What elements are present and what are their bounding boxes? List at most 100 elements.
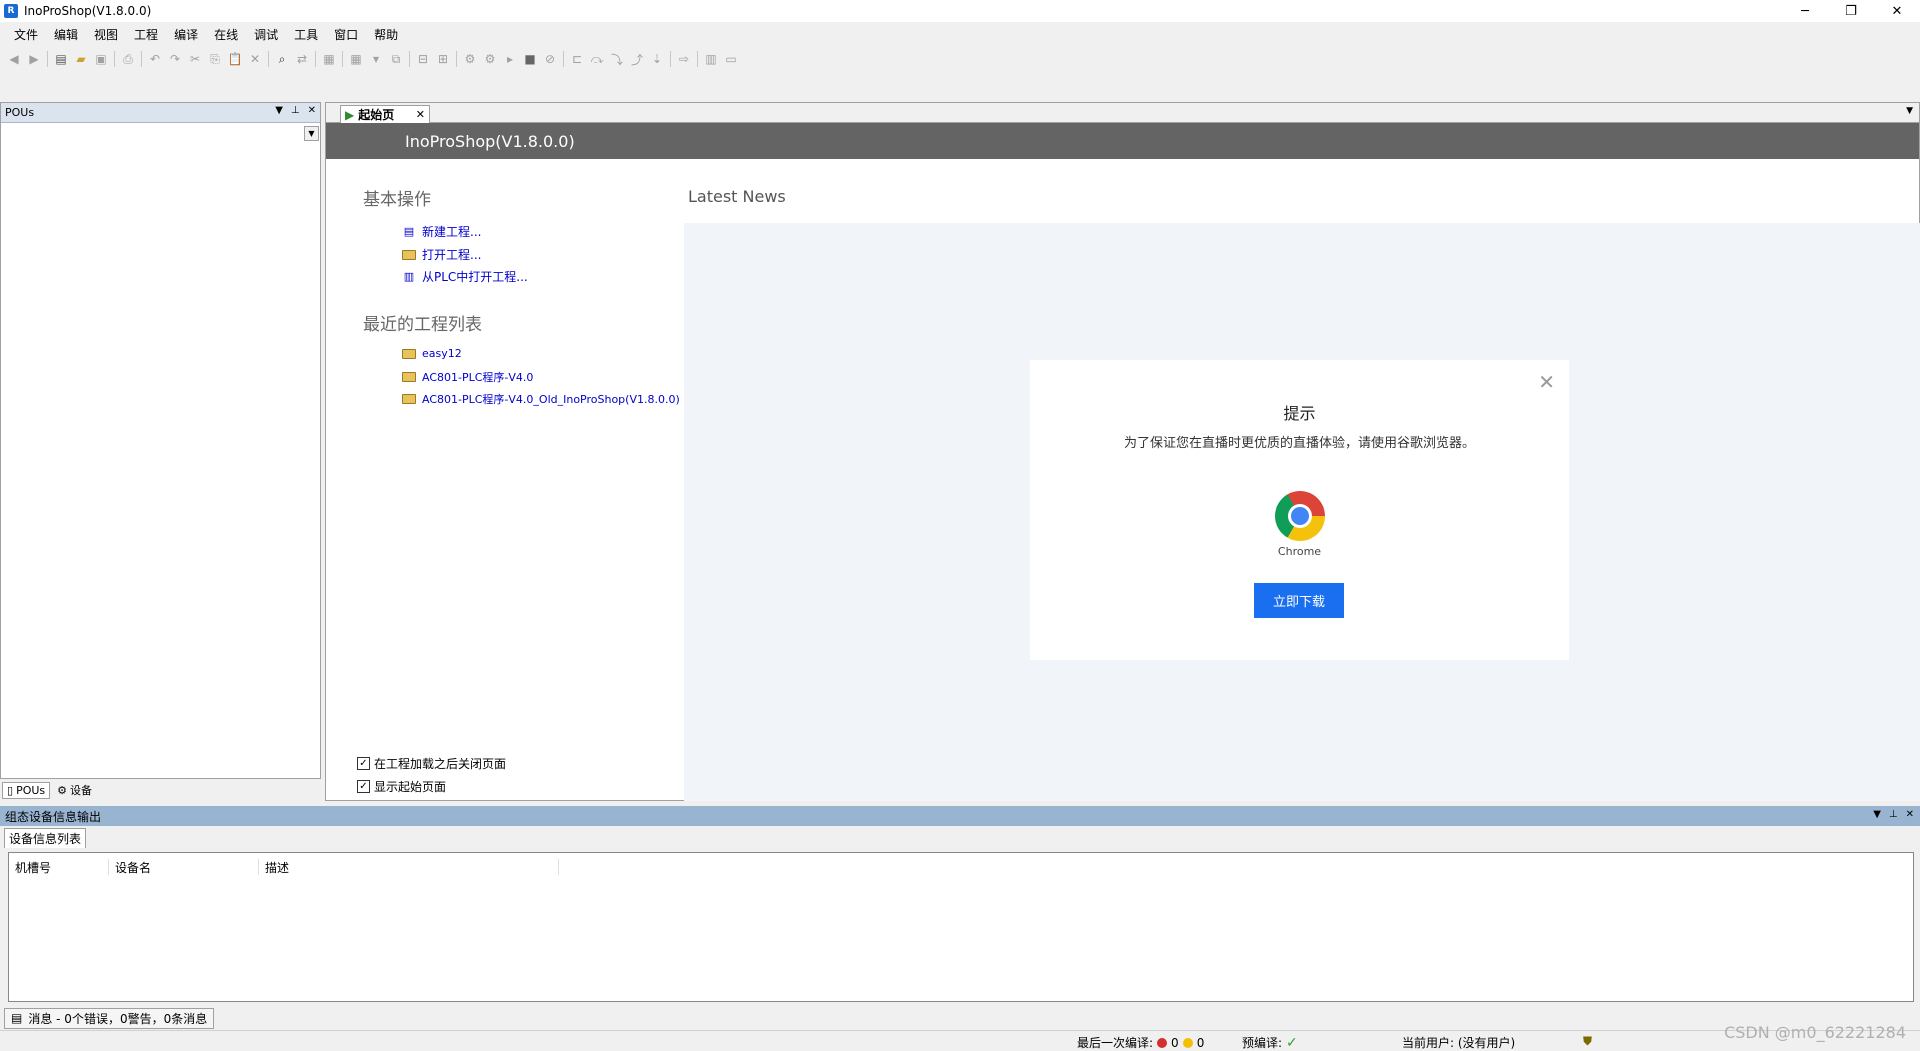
column-header-description[interactable]: 描述 xyxy=(259,859,559,875)
pou-pane-title: POUs xyxy=(5,106,35,119)
message-bar: ▤ 消息 - 0个错误，0警告，0条消息 xyxy=(0,1007,1920,1029)
step-over-icon[interactable]: ⤼ xyxy=(587,49,607,69)
tab-device-info-list[interactable]: 设备信息列表 xyxy=(4,828,87,848)
new-project-link[interactable]: ▤ 新建工程... xyxy=(402,223,482,240)
tab-close-icon[interactable]: ✕ xyxy=(416,108,425,121)
tab-start-page-label: 起始页 xyxy=(358,108,395,122)
pane-menu-icon[interactable]: ▼ xyxy=(275,105,283,116)
toolbar-separator xyxy=(563,51,564,67)
menu-build[interactable]: 编译 xyxy=(166,26,206,43)
show-start-page-checkbox[interactable]: ✓ xyxy=(357,780,370,793)
redo-icon[interactable]: ↷ xyxy=(165,49,185,69)
comment-icon[interactable]: ▭ xyxy=(721,49,741,69)
recent-project-item[interactable]: AC801-PLC程序-V4.0 xyxy=(402,369,533,385)
pane-controls: ▼ ⊥ ✕ xyxy=(275,105,316,116)
restore-button[interactable]: ❐ xyxy=(1828,0,1874,22)
output-pane-title: 组态设备信息输出 xyxy=(5,809,102,824)
pane-menu-icon[interactable]: ▼ xyxy=(1873,809,1881,820)
start-page-icon: ▶ xyxy=(345,107,355,122)
step-out-icon[interactable]: ⤴ xyxy=(627,49,647,69)
reset-icon[interactable]: ⊘ xyxy=(540,49,560,69)
open-from-plc-label: 从PLC中打开工程... xyxy=(422,270,528,284)
copy-icon[interactable]: ⎘ xyxy=(205,49,225,69)
pane-close-icon[interactable]: ✕ xyxy=(308,105,316,116)
show-start-page-option[interactable]: ✓ 显示起始页面 xyxy=(357,778,446,795)
save-icon[interactable]: ▣ xyxy=(91,49,111,69)
minimize-button[interactable]: ─ xyxy=(1782,0,1828,22)
cursor-icon[interactable]: ⇣ xyxy=(647,49,667,69)
build-icon[interactable]: ⊟ xyxy=(413,49,433,69)
column-header-device-name[interactable]: 设备名 xyxy=(109,859,259,875)
recent-project-item[interactable]: AC801-PLC程序-V4.0_Old_InoProShop(V1.8.0.0… xyxy=(402,391,680,407)
close-button[interactable]: ✕ xyxy=(1874,0,1920,22)
forward-icon[interactable]: ▶ xyxy=(24,49,44,69)
menu-online[interactable]: 在线 xyxy=(206,26,246,43)
folder-open-icon xyxy=(402,249,416,261)
menu-help[interactable]: 帮助 xyxy=(366,26,406,43)
app-icon: R xyxy=(4,4,18,18)
tab-pous-label: POUs xyxy=(16,783,46,797)
new-project-label: 新建工程... xyxy=(422,225,482,239)
stop-icon[interactable]: ■ xyxy=(520,49,540,69)
column-header-slot[interactable]: 机槽号 xyxy=(9,859,109,875)
pin-icon[interactable]: ⊥ xyxy=(291,105,300,116)
chrome-logo-icon[interactable] xyxy=(1275,491,1325,541)
rebuild-icon[interactable]: ⊞ xyxy=(433,49,453,69)
login-icon[interactable]: ⚙ xyxy=(460,49,480,69)
open-project-link[interactable]: 打开工程... xyxy=(402,246,481,263)
pou-filter-dropdown[interactable]: ▼ xyxy=(304,126,319,141)
close-after-load-checkbox[interactable]: ✓ xyxy=(357,757,370,770)
print-icon[interactable]: ⎙ xyxy=(118,49,138,69)
recent-project-item[interactable]: easy12 xyxy=(402,347,462,360)
precompile-label: 预编译: xyxy=(1242,1036,1283,1050)
tab-devices[interactable]: ⚙ 设备 xyxy=(52,780,97,800)
delete-icon[interactable]: ✕ xyxy=(245,49,265,69)
pin-icon[interactable]: ⊥ xyxy=(1889,809,1898,820)
cut-icon[interactable]: ✂ xyxy=(185,49,205,69)
toolbar-separator xyxy=(268,51,269,67)
open-folder-icon[interactable]: ▰ xyxy=(71,49,91,69)
download-now-button[interactable]: 立即下载 xyxy=(1254,583,1344,618)
pou-pane-tabs: ▯ POUs ⚙ 设备 xyxy=(0,780,321,800)
messages-icon: ▤ xyxy=(11,1011,23,1025)
tab-list-dropdown-icon[interactable]: ▼ xyxy=(1906,106,1913,116)
goto-icon[interactable]: ⇨ xyxy=(674,49,694,69)
tab-messages[interactable]: ▤ 消息 - 0个错误，0警告，0条消息 xyxy=(4,1007,215,1029)
close-after-load-option[interactable]: ✓ 在工程加载之后关闭页面 xyxy=(357,755,506,772)
menu-file[interactable]: 文件 xyxy=(6,26,46,43)
dropdown-icon[interactable]: ▾ xyxy=(366,49,386,69)
back-icon[interactable]: ◀ xyxy=(4,49,24,69)
breakpoint-icon[interactable]: ⊏ xyxy=(567,49,587,69)
paste-icon[interactable]: 📋 xyxy=(225,49,245,69)
title-bar: R InoProShop(V1.8.0.0) ─ ❐ ✕ xyxy=(0,0,1920,22)
window-controls: ─ ❐ ✕ xyxy=(1782,0,1920,22)
warning-count: 0 xyxy=(1196,1035,1205,1050)
menu-view[interactable]: 视图 xyxy=(86,26,126,43)
tab-start-page[interactable]: ▶ 起始页 ✕ xyxy=(340,105,430,123)
new-file-icon[interactable]: ▤ xyxy=(51,49,71,69)
run-icon[interactable]: ▸ xyxy=(500,49,520,69)
undo-icon[interactable]: ↶ xyxy=(145,49,165,69)
menu-tools[interactable]: 工具 xyxy=(286,26,326,43)
replace-icon[interactable]: ⇄ xyxy=(292,49,312,69)
menu-edit[interactable]: 编辑 xyxy=(46,26,86,43)
menu-debug[interactable]: 调试 xyxy=(246,26,286,43)
recent-project-label: AC801-PLC程序-V4.0 xyxy=(422,371,534,384)
find-icon[interactable]: ⌕ xyxy=(272,49,292,69)
tab-pous[interactable]: ▯ POUs xyxy=(2,781,51,799)
logout-icon[interactable]: ⚙ xyxy=(480,49,500,69)
dialog-close-icon[interactable]: ✕ xyxy=(1538,370,1555,394)
shield-icon[interactable]: ⛊ xyxy=(1583,1034,1592,1049)
pane-close-icon[interactable]: ✕ xyxy=(1906,809,1914,820)
select-all-icon[interactable]: ▦ xyxy=(319,49,339,69)
monitor-icon[interactable]: ▥ xyxy=(701,49,721,69)
current-user-label: 当前用户: (没有用户) xyxy=(1402,1036,1516,1050)
warning-icon xyxy=(1182,1037,1193,1048)
open-from-plc-link[interactable]: ▥ 从PLC中打开工程... xyxy=(402,268,528,285)
menu-project[interactable]: 工程 xyxy=(126,26,166,43)
step-into-icon[interactable]: ⤵ xyxy=(607,49,627,69)
copy-object-icon[interactable]: ⧉ xyxy=(386,49,406,69)
grid-icon[interactable]: ▦ xyxy=(346,49,366,69)
folder-open-icon xyxy=(402,348,416,360)
menu-window[interactable]: 窗口 xyxy=(326,26,366,43)
